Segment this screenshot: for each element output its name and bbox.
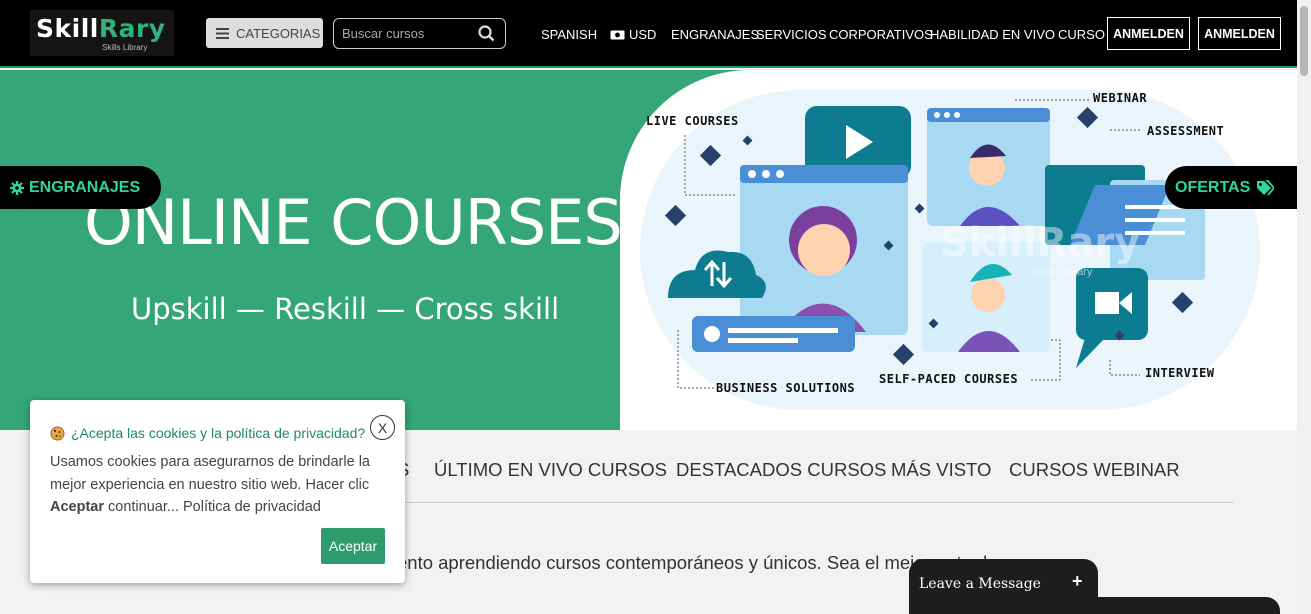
menu-icon	[216, 27, 229, 39]
cookie-title-row: ¿Acepta las cookies y la política de pri…	[50, 425, 365, 441]
chat-widget-tail	[1098, 597, 1280, 614]
hero-watermark: SkillRary	[940, 220, 1141, 266]
tab-ultimo-en-vivo[interactable]: ÚLTIMO EN VIVO CURSOS	[434, 459, 667, 481]
cookie-close-button[interactable]: X	[370, 415, 395, 440]
cookie-body-bold: Aceptar	[50, 499, 104, 515]
tags-icon	[1257, 179, 1275, 196]
label-assessment: ASSESSMENT	[1147, 124, 1225, 138]
label-webinar: WEBINAR	[1093, 91, 1148, 105]
hero-title: ONLINE COURSES	[84, 186, 623, 259]
logo-text-main: Skill	[36, 14, 99, 43]
nav-language[interactable]: SPANISH	[541, 27, 597, 42]
login-button[interactable]: ANMELDEN	[1107, 17, 1190, 50]
cookie-body-text-1: Usamos cookies para asegurarnos de brind…	[50, 454, 370, 493]
money-icon	[610, 30, 625, 39]
tab-cursos-webinar[interactable]: CURSOS WEBINAR	[1009, 459, 1180, 481]
nav-servicios[interactable]: SERVICIOS	[756, 27, 827, 42]
label-live-courses: LIVE COURSES	[646, 114, 739, 128]
ofertas-side-label: OFERTAS	[1175, 178, 1251, 196]
leave-message-widget[interactable]: Leave a Message +	[909, 559, 1098, 614]
tab-destacados[interactable]: DESTACADOS CURSOS	[676, 459, 886, 481]
signup-button[interactable]: ANMELDEN	[1198, 17, 1281, 50]
nav-corporativos[interactable]: CORPORATIVOS	[829, 27, 933, 42]
cookie-body-text-2: continuar... Política de privacidad	[104, 499, 321, 515]
hero-subtitle: Upskill — Reskill — Cross skill	[131, 292, 560, 326]
scrollbar-thumb[interactable]	[1300, 6, 1308, 76]
ofertas-side-tab[interactable]: OFERTAS	[1165, 166, 1297, 209]
logo-text-accent: Rary	[98, 14, 166, 43]
top-navbar: SkillRary Skills Library CATEGORIAS SPAN…	[0, 0, 1297, 68]
engranajes-side-tab[interactable]: ENGRANAJES	[0, 166, 161, 209]
gear-icon	[10, 180, 24, 195]
label-interview: INTERVIEW	[1145, 366, 1215, 380]
cookie-title: ¿Acepta las cookies y la política de pri…	[71, 425, 366, 441]
cookie-accept-button[interactable]: Aceptar	[321, 528, 385, 564]
hero-banner: ONLINE COURSES Upskill — Reskill — Cross…	[0, 70, 1297, 430]
cookie-body: Usamos cookies para asegurarnos de brind…	[50, 451, 390, 519]
page-scrollbar[interactable]	[1297, 0, 1311, 614]
nav-engranajes[interactable]: ENGRANAJES	[671, 27, 759, 42]
cookie-icon	[50, 426, 65, 440]
tab-mas-visto[interactable]: MÁS VISTO	[891, 459, 991, 481]
skillrary-logo[interactable]: SkillRary Skills Library	[30, 10, 174, 56]
search-icon[interactable]	[478, 25, 495, 47]
expand-plus-icon[interactable]: +	[1072, 571, 1083, 592]
currency-label: USD	[629, 27, 657, 42]
categories-button[interactable]: CATEGORIAS	[206, 18, 323, 48]
categories-label: CATEGORIAS	[236, 25, 321, 41]
intro-text: ento aprendiendo cursos contemporáneos y…	[397, 552, 998, 573]
nav-currency[interactable]: USD	[610, 27, 656, 42]
search-box	[333, 18, 506, 49]
label-self-paced: SELF-PACED COURSES	[879, 372, 1019, 386]
label-business-solutions: BUSINESS SOLUTIONS	[716, 381, 856, 395]
nav-habilidad-en-vivo[interactable]: HABILIDAD EN VIVO	[930, 27, 1055, 42]
search-input[interactable]	[340, 25, 472, 42]
engranajes-side-label: ENGRANAJES	[29, 178, 141, 196]
leave-message-label: Leave a Message	[919, 576, 1041, 592]
logo-subtitle: Skills Library	[102, 43, 148, 52]
hero-watermark-sub: Skills Library	[1030, 266, 1093, 278]
cookie-consent-dialog: ¿Acepta las cookies y la política de pri…	[30, 400, 405, 583]
nav-curso[interactable]: CURSO	[1058, 27, 1105, 42]
